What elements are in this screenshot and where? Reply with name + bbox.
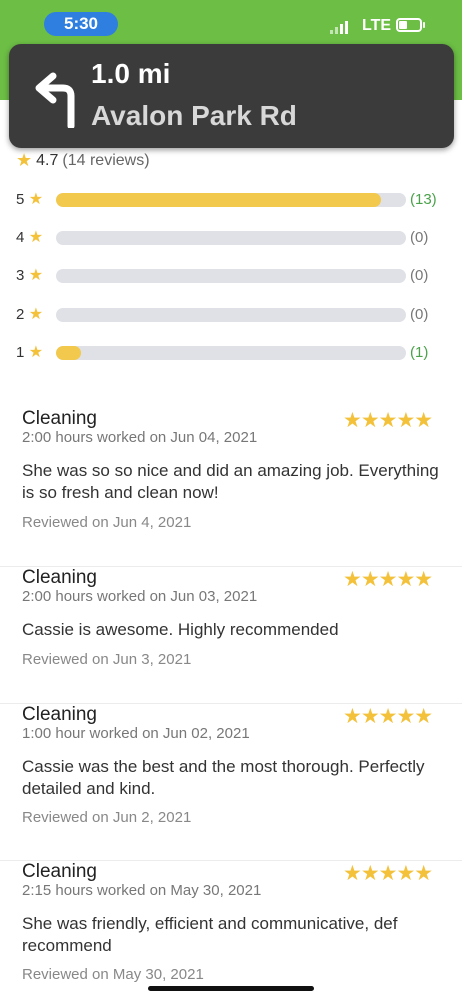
- review-hours-worked: 2:00 hours worked on Jun 04, 2021: [22, 429, 258, 446]
- review-text: She was so so nice and did an amazing jo…: [22, 461, 439, 502]
- rating-row-1: 1 ★ (1): [16, 343, 446, 363]
- review-stars-icon: ★★★★★: [343, 568, 433, 591]
- rating-label: 4 ★: [16, 228, 43, 248]
- nav-distance: 1.0 mi: [91, 58, 171, 89]
- rating-bar-track: [56, 269, 406, 283]
- rating-label: 1 ★: [16, 343, 43, 363]
- rating-bar-track: [56, 193, 406, 207]
- review-text: She was friendly, efficient and communic…: [22, 914, 398, 955]
- rating-label: 2 ★: [16, 305, 43, 325]
- star-icon: ★: [24, 191, 44, 208]
- review-stars-icon: ★★★★★: [343, 705, 433, 728]
- rating-row-3: 3 ★ (0): [16, 266, 446, 286]
- average-rating: 4.7: [36, 151, 59, 169]
- review-date: Reviewed on Jun 3, 2021: [22, 651, 192, 668]
- rating-bar-fill: [56, 193, 382, 207]
- rating-count: (0): [410, 267, 429, 284]
- battery-tip: [423, 22, 425, 28]
- rating-count: (1): [410, 344, 429, 361]
- rating-label: 5 ★: [16, 190, 43, 210]
- review-hours-worked: 1:00 hour worked on Jun 02, 2021: [22, 725, 250, 742]
- review-text: Cassie was the best and the most thoroug…: [22, 757, 425, 798]
- rating-count: (0): [410, 229, 429, 246]
- star-icon: ★: [24, 344, 44, 361]
- nav-street-name: Avalon Park Rd: [91, 100, 297, 131]
- home-indicator[interactable]: [148, 986, 314, 991]
- review-hours-worked: 2:00 hours worked on Jun 03, 2021: [22, 588, 258, 605]
- rating-count: (0): [410, 306, 429, 323]
- review-hours-worked: 2:15 hours worked on May 30, 2021: [22, 882, 262, 899]
- rating-bar-track: [56, 308, 406, 322]
- star-icon: ★: [24, 306, 44, 323]
- star-icon: ★: [16, 150, 33, 170]
- network-type-label: LTE: [362, 17, 392, 34]
- star-icon: ★: [24, 267, 44, 284]
- rating-summary: ★ 4.7 (14 reviews): [16, 150, 150, 171]
- review-title: Cleaning: [22, 861, 97, 882]
- rating-bar-fill: [56, 346, 81, 360]
- status-time[interactable]: 5:30: [44, 12, 118, 36]
- battery-icon: [396, 18, 422, 32]
- review-title: Cleaning: [22, 567, 97, 588]
- rating-bar-track: [56, 231, 406, 245]
- turn-left-arrow-icon: [35, 72, 75, 128]
- review-card[interactable]: Cleaning ★★★★★ 2:00 hours worked on Jun 04…: [0, 408, 462, 548]
- navigation-banner[interactable]: 1.0 mi Avalon Park Rd: [9, 44, 454, 148]
- rating-bar-track: [56, 346, 406, 360]
- review-card[interactable]: Cleaning ★★★★★ 2:15 hours worked on May 30…: [0, 860, 462, 990]
- cell-signal-icon: [330, 20, 348, 34]
- review-date: Reviewed on Jun 4, 2021: [22, 514, 192, 531]
- review-title: Cleaning: [22, 408, 97, 429]
- review-text: Cassie is awesome. Highly recommended: [22, 620, 339, 639]
- review-count: (14 reviews): [62, 151, 150, 169]
- star-icon: ★: [24, 229, 44, 246]
- rating-row-4: 4 ★ (0): [16, 228, 446, 248]
- review-card[interactable]: Cleaning ★★★★★ 2:00 hours worked on Jun 03…: [0, 566, 462, 686]
- review-date: Reviewed on May 30, 2021: [22, 966, 204, 983]
- review-stars-icon: ★★★★★: [343, 862, 433, 885]
- review-title: Cleaning: [22, 704, 97, 725]
- review-stars-icon: ★★★★★: [343, 409, 433, 432]
- rating-row-2: 2 ★ (0): [16, 305, 446, 325]
- rating-count: (13): [410, 191, 437, 208]
- review-card[interactable]: Cleaning ★★★★★ 1:00 hour worked on Jun 02,…: [0, 703, 462, 843]
- review-date: Reviewed on Jun 2, 2021: [22, 809, 192, 826]
- rating-row-5: 5 ★ (13): [16, 190, 446, 210]
- rating-label: 3 ★: [16, 266, 43, 286]
